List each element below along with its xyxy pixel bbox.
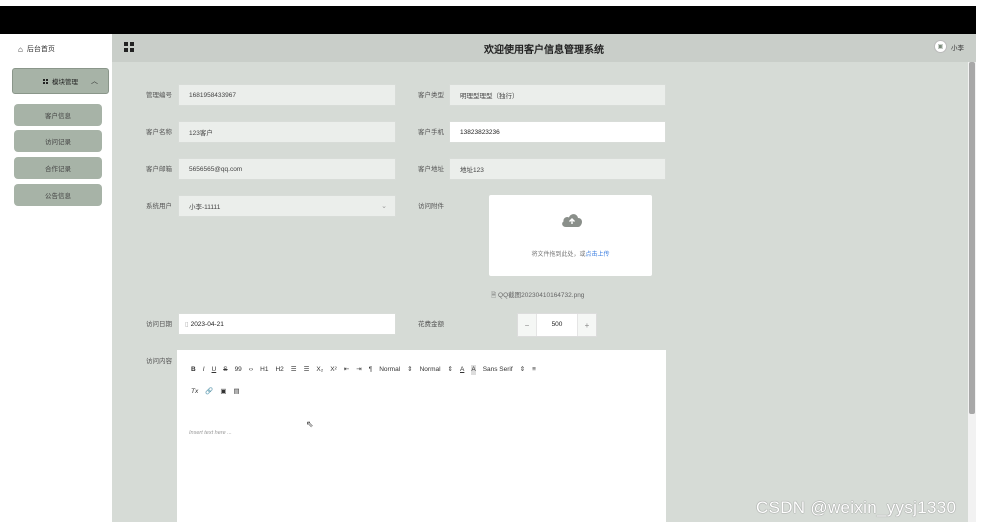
bold-button[interactable]: B bbox=[191, 365, 196, 375]
system-user-value: 小李-11111 bbox=[189, 204, 221, 211]
strike-button[interactable]: S bbox=[223, 365, 227, 375]
size-select[interactable]: Normal bbox=[379, 365, 400, 375]
home-label: 后台首页 bbox=[26, 46, 55, 53]
sidebar-item-label: 访问记录 bbox=[45, 139, 71, 146]
home-link[interactable]: ⌂ 后台首页 bbox=[10, 38, 112, 60]
system-user-select[interactable]: 小李-11111 ⌄ bbox=[178, 195, 396, 217]
customer-email-field[interactable]: 5656565@qq.com bbox=[178, 158, 396, 180]
chevron-icon: ⇕ bbox=[407, 366, 413, 373]
manager-no-label: 管理编号 bbox=[146, 92, 172, 99]
customer-address-field[interactable]: 地址123 bbox=[449, 158, 666, 180]
text-color-button[interactable]: A bbox=[460, 365, 464, 375]
underline-button[interactable]: U bbox=[212, 365, 217, 375]
image-icon[interactable]: ▣ bbox=[220, 387, 226, 397]
home-icon: ⌂ bbox=[18, 44, 23, 54]
h1-button[interactable]: H1 bbox=[260, 365, 268, 375]
grid-icon bbox=[43, 78, 48, 84]
avatar-icon: ▣ bbox=[934, 40, 947, 53]
customer-address-label: 客户地址 bbox=[418, 166, 444, 173]
chevron-icon: ⇕ bbox=[447, 366, 453, 373]
bullet-list-button[interactable]: ☰ bbox=[304, 365, 310, 375]
attachment-label: 访问附件 bbox=[418, 203, 444, 210]
customer-phone-field[interactable]: 13823823236 bbox=[449, 121, 666, 143]
chevron-icon: ⇕ bbox=[519, 366, 526, 373]
sidebar-item-cooperation[interactable]: 合作记录 bbox=[14, 157, 102, 179]
menu-group-label: 模块管理 bbox=[52, 79, 78, 86]
link-icon[interactable]: 🔗 bbox=[205, 387, 213, 397]
manager-no-field[interactable]: 1681958433967 bbox=[178, 84, 396, 106]
italic-button[interactable]: I bbox=[203, 365, 205, 375]
superscript-button[interactable]: X² bbox=[330, 365, 337, 375]
page-title: 欢迎使用客户信息管理系统 bbox=[484, 44, 604, 56]
header-select[interactable]: Normal bbox=[420, 365, 441, 375]
user-name: 小李 bbox=[951, 44, 964, 52]
content-label: 访问内容 bbox=[146, 358, 172, 365]
top-bar bbox=[0, 6, 976, 34]
chevron-down-icon: ⌄ bbox=[381, 203, 387, 210]
editor-placeholder[interactable]: Insert text here ... bbox=[189, 430, 232, 436]
video-icon[interactable]: ▤ bbox=[233, 387, 239, 397]
customer-phone-label: 客户手机 bbox=[418, 129, 444, 136]
direction-button[interactable]: ¶ bbox=[369, 365, 373, 375]
subscript-button[interactable]: X₂ bbox=[316, 365, 323, 375]
rich-text-editor[interactable]: B I U S 99 ‹› H1 H2 ☰ ☰ X₂ X² ⇤ ⇥ ¶ Norm… bbox=[177, 350, 666, 522]
indent-button[interactable]: ⇥ bbox=[356, 365, 361, 375]
upload-hint: 将文件拖到此处，或点击上传 bbox=[489, 249, 652, 258]
customer-name-field[interactable]: 123客户 bbox=[178, 121, 396, 143]
quote-button[interactable]: 99 bbox=[235, 365, 242, 375]
clean-format-button[interactable]: Tx bbox=[191, 387, 198, 397]
cost-value[interactable]: 500 bbox=[536, 314, 578, 336]
customer-type-label: 客户类型 bbox=[418, 92, 444, 99]
menu-group-modules[interactable]: 模块管理 ︿ bbox=[12, 68, 109, 94]
background-color-button[interactable]: A bbox=[471, 365, 476, 375]
align-button[interactable]: ≡ bbox=[532, 365, 536, 375]
file-icon: 🗎 bbox=[491, 292, 499, 299]
h2-button[interactable]: H2 bbox=[275, 365, 283, 375]
cost-stepper[interactable]: − 500 + bbox=[517, 313, 597, 337]
upload-hint-text: 将文件拖到此处，或 bbox=[531, 252, 586, 258]
customer-type-field[interactable]: 明理型理型（独行） bbox=[449, 84, 666, 106]
code-button[interactable]: ‹› bbox=[249, 365, 253, 375]
editor-toolbar-row-2: Tx 🔗 ▣ ▤ bbox=[191, 387, 661, 397]
chevron-up-icon: ︿ bbox=[91, 78, 98, 85]
upload-dropzone[interactable]: 将文件拖到此处，或点击上传 bbox=[489, 195, 652, 276]
file-name: QQ截图20230410164732.png bbox=[498, 292, 585, 299]
sidebar-item-customers[interactable]: 客户信息 bbox=[14, 104, 102, 126]
sidebar-item-label: 客户信息 bbox=[45, 113, 71, 120]
sidebar-item-visits[interactable]: 访问记录 bbox=[14, 130, 102, 152]
visit-date-label: 访问日期 bbox=[146, 321, 172, 328]
cost-label: 花费金额 bbox=[418, 321, 444, 328]
editor-toolbar: B I U S 99 ‹› H1 H2 ☰ ☰ X₂ X² ⇤ ⇥ ¶ Norm… bbox=[191, 365, 661, 375]
mouse-cursor-icon: ⇖ bbox=[306, 419, 314, 429]
sidebar: 模块管理 ︿ 客户信息 访问记录 合作记录 公告信息 bbox=[10, 62, 112, 220]
upload-link[interactable]: 点击上传 bbox=[586, 252, 610, 258]
customer-name-label: 客户名称 bbox=[146, 129, 172, 136]
increment-button[interactable]: + bbox=[578, 314, 596, 336]
visit-date-value: 2023-04-21 bbox=[190, 320, 224, 328]
sidebar-item-label: 公告信息 bbox=[45, 193, 71, 200]
visit-date-field[interactable]: ▯ 2023-04-21 bbox=[178, 313, 396, 335]
customer-email-label: 客户邮箱 bbox=[146, 166, 172, 173]
decrement-button[interactable]: − bbox=[518, 314, 536, 336]
calendar-icon: ▯ bbox=[185, 321, 189, 328]
scrollbar-thumb[interactable] bbox=[969, 62, 975, 414]
upload-cloud-icon bbox=[562, 214, 582, 227]
sidebar-item-label: 合作记录 bbox=[45, 166, 71, 173]
font-select[interactable]: Sans Serif bbox=[483, 365, 513, 375]
sidebar-item-notices[interactable]: 公告信息 bbox=[14, 184, 102, 206]
outdent-button[interactable]: ⇤ bbox=[344, 365, 349, 375]
user-menu[interactable]: ▣ 小李 bbox=[934, 40, 964, 53]
system-user-label: 系统用户 bbox=[146, 203, 172, 210]
watermark: CSDN @weixin_yysj1330 bbox=[756, 498, 957, 517]
attachment-file[interactable]: 🗎 QQ截图20230410164732.png bbox=[491, 289, 584, 302]
header: 欢迎使用客户信息管理系统 ▣ 小李 bbox=[112, 34, 976, 62]
ordered-list-button[interactable]: ☰ bbox=[291, 365, 297, 375]
